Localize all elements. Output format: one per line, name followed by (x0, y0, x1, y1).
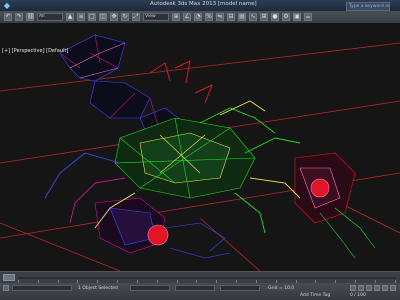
layer-icon[interactable]: ▤ (238, 13, 246, 21)
time-track[interactable] (18, 277, 396, 279)
material-editor-icon[interactable]: ● (271, 13, 279, 21)
time-slider-handle[interactable] (3, 274, 15, 281)
left-claw[interactable] (94, 197, 231, 259)
main-toolbar: ↶ ↷ ⛓ All ▲ ≡ □ ◫ ✥ ↻ ⤢ View ⊕ ∠ ◔ % ⇋ ⊟… (0, 11, 400, 23)
search-input[interactable]: Type a keyword or phrase (346, 2, 390, 11)
app-logo-icon[interactable]: ◆ (2, 1, 12, 10)
add-time-tag[interactable]: Add Time Tag (300, 293, 330, 298)
z-coordinate-field[interactable] (220, 285, 260, 291)
undo-icon[interactable]: ↶ (4, 13, 12, 21)
perspective-viewport[interactable]: [+] [Perspective] [Default] (0, 23, 400, 271)
key-mode-icon[interactable] (366, 285, 372, 291)
redo-icon[interactable]: ↷ (15, 13, 23, 21)
schematic-icon[interactable]: ⊞ (260, 13, 268, 21)
angle-snap-icon[interactable]: ◔ (194, 13, 202, 21)
maximize-viewport-icon[interactable] (390, 285, 396, 291)
selection-status: 1 Object Selected (78, 286, 118, 291)
scorpion-body[interactable] (114, 117, 256, 199)
timeline-position: 0 / 100 (350, 293, 366, 298)
scale-icon[interactable]: ⤢ (132, 13, 140, 21)
maxscript-field[interactable] (12, 285, 72, 291)
align-icon[interactable]: ⊟ (227, 13, 235, 21)
y-coordinate-field[interactable] (175, 285, 215, 291)
render-frame-icon[interactable]: ▣ (293, 13, 301, 21)
rect-region-icon[interactable]: □ (88, 13, 96, 21)
x-coordinate-field[interactable] (130, 285, 170, 291)
window-crossing-icon[interactable]: ◫ (99, 13, 107, 21)
move-icon[interactable]: ✥ (110, 13, 118, 21)
snap-icon[interactable]: ∠ (183, 13, 191, 21)
play-icon[interactable] (350, 285, 356, 291)
curve-editor-icon[interactable]: ∿ (249, 13, 257, 21)
grid-status: Grid = 10.0 (268, 286, 295, 291)
window-title: Autodesk 3ds Max 2013 [model name] (150, 1, 257, 7)
render-icon[interactable]: ☕ (304, 13, 312, 21)
maxscript-listener-icon[interactable] (3, 285, 9, 291)
status-bar: 1 Object Selected Grid = 10.0 Add Time T… (0, 283, 400, 300)
link-icon[interactable]: ⛓ (26, 13, 35, 21)
mirror-icon[interactable]: ⇋ (216, 13, 224, 21)
selection-filter-dropdown[interactable]: All (37, 13, 63, 21)
select-by-name-icon[interactable]: ≡ (77, 13, 85, 21)
percent-snap-icon[interactable]: % (205, 13, 213, 21)
reference-coord-dropdown[interactable]: View (143, 13, 169, 21)
title-bar: ◆ Autodesk 3ds Max 2013 [model name] Typ… (0, 0, 400, 11)
rotate-icon[interactable]: ↻ (121, 13, 129, 21)
next-frame-icon[interactable] (358, 285, 364, 291)
orbit-icon[interactable] (382, 285, 388, 291)
tail-spikes (149, 60, 213, 104)
right-claw[interactable] (294, 152, 376, 259)
pivot-icon[interactable]: ⊕ (172, 13, 180, 21)
render-setup-icon[interactable]: ⚙ (282, 13, 290, 21)
zoom-icon[interactable] (374, 285, 380, 291)
viewport-canvas (0, 34, 400, 271)
select-object-icon[interactable]: ▲ (66, 13, 74, 21)
viewport-label[interactable]: [+] [Perspective] [Default] (2, 48, 68, 54)
